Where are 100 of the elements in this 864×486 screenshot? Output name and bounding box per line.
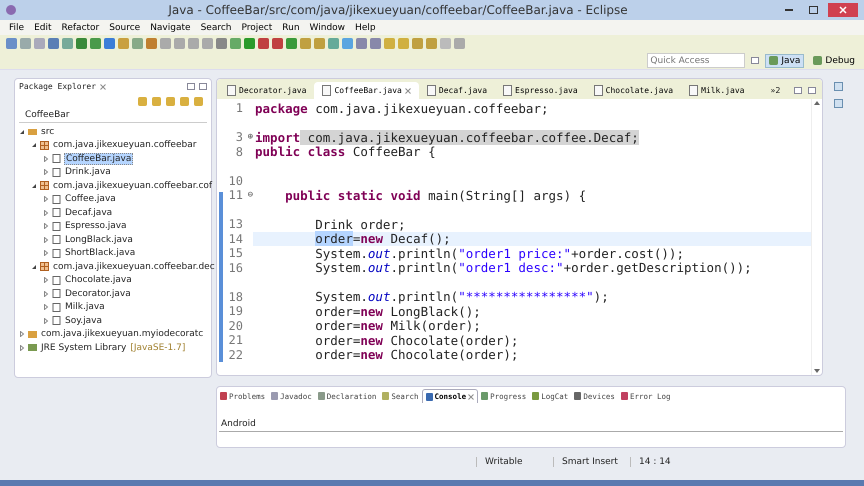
editor-tab[interactable]: Chocolate.java <box>586 82 682 99</box>
maximize-icon[interactable] <box>808 87 816 94</box>
tree-item[interactable]: Coffee.java <box>43 192 211 206</box>
toolbar-icon[interactable] <box>398 38 409 49</box>
tree-item[interactable]: com.java.jikexueyuan.coffeebar <box>31 138 211 152</box>
collapsed-arrow-icon[interactable] <box>43 250 49 256</box>
tree-item[interactable]: Drink.java <box>43 166 211 179</box>
toolbar-icon[interactable] <box>412 38 423 49</box>
toolbar-icon[interactable] <box>160 38 171 49</box>
tree-item[interactable]: JRE System Library [JavaSE-1.7] <box>19 341 211 354</box>
toolbar-icon[interactable] <box>384 38 395 49</box>
tree-item[interactable]: ShortBlack.java <box>43 246 211 260</box>
fold-toggle[interactable]: ⊕ <box>244 132 253 142</box>
tree-item[interactable]: com.java.jikexueyuan.coffeebar.cof <box>31 179 211 192</box>
toolbar-icon[interactable] <box>216 38 227 49</box>
toolbar-icon[interactable] <box>286 38 297 49</box>
menu-item[interactable]: Navigate <box>150 22 191 32</box>
toolbar-icon[interactable] <box>174 38 185 49</box>
tree-item[interactable]: Decorator.java <box>43 287 211 300</box>
toolbar-icon[interactable] <box>48 38 59 49</box>
toolbar-icon[interactable] <box>62 38 73 49</box>
collapsed-arrow-icon[interactable] <box>43 236 49 243</box>
toolbar-icon[interactable] <box>342 38 353 49</box>
tree-item[interactable]: Decaf.java <box>43 206 211 220</box>
collapsed-arrow-icon[interactable] <box>43 210 49 216</box>
collapsed-arrow-icon[interactable] <box>43 277 49 284</box>
expanded-arrow-icon[interactable] <box>19 128 25 135</box>
toolbar-icon[interactable] <box>230 38 241 49</box>
toolbar-icon[interactable] <box>90 38 101 49</box>
menu-item[interactable]: Run <box>282 22 300 32</box>
tree-item[interactable]: Chocolate.java <box>43 274 211 287</box>
toolbar-icon[interactable] <box>370 38 381 49</box>
menu-item[interactable]: Refactor <box>62 22 100 32</box>
close-icon[interactable] <box>404 88 411 94</box>
perspective-button[interactable]: Debug <box>810 54 858 66</box>
collapsed-arrow-icon[interactable] <box>43 304 49 310</box>
toolbar-icon[interactable] <box>356 38 367 49</box>
tab-overflow-indicator[interactable]: »2 <box>752 86 780 99</box>
tree-item[interactable]: Soy.java <box>43 314 211 328</box>
menu-item[interactable]: Project <box>241 22 272 32</box>
tree-item[interactable]: LongBlack.java <box>43 233 211 246</box>
tree-item[interactable]: com.java.jikexueyuan.myiodecoratc <box>19 328 211 341</box>
toolbar-icon[interactable] <box>20 38 31 49</box>
restore-icon[interactable] <box>834 82 842 91</box>
toolbar-icon[interactable] <box>328 38 339 49</box>
open-perspective-icon[interactable] <box>751 57 760 64</box>
collapsed-arrow-icon[interactable] <box>43 223 49 230</box>
collapsed-arrow-icon[interactable] <box>19 331 25 338</box>
editor-tab[interactable]: CoffeeBar.java <box>314 82 419 99</box>
menu-item[interactable]: Search <box>200 22 232 32</box>
toolbar-icon[interactable] <box>132 38 143 49</box>
collapsed-arrow-icon[interactable] <box>43 196 49 202</box>
toolbar-icon[interactable] <box>314 38 325 49</box>
quick-access-field[interactable]: Quick Access <box>647 53 746 68</box>
close-icon[interactable] <box>100 84 106 90</box>
tree-item[interactable]: src <box>19 125 211 138</box>
outline-icon[interactable] <box>834 99 842 108</box>
toolbar-icon[interactable] <box>104 38 115 49</box>
vertical-scrollbar[interactable] <box>811 99 822 375</box>
menu-item[interactable]: Help <box>355 22 376 32</box>
toolbar-icon[interactable] <box>6 38 17 49</box>
fold-toggle[interactable]: ⊖ <box>244 190 253 200</box>
menu-item[interactable]: Source <box>109 22 140 32</box>
expanded-arrow-icon[interactable] <box>31 182 37 189</box>
editor-tab[interactable]: Decaf.java <box>418 82 496 99</box>
expanded-arrow-icon[interactable] <box>31 142 37 148</box>
editor-tab[interactable]: Espresso.java <box>495 82 586 99</box>
collapsed-arrow-icon[interactable] <box>19 344 25 351</box>
collapsed-arrow-icon[interactable] <box>43 318 49 324</box>
toolbar-icon[interactable] <box>188 38 199 49</box>
collapsed-arrow-icon[interactable] <box>43 290 49 297</box>
editor-tab[interactable]: Milk.java <box>681 82 752 99</box>
menu-item[interactable]: File <box>9 22 24 32</box>
minimize-icon[interactable] <box>794 87 802 94</box>
expanded-arrow-icon[interactable] <box>31 264 37 270</box>
view-tab[interactable]: Package Explorer <box>19 82 96 91</box>
toolbar-icon[interactable] <box>426 38 437 49</box>
menu-item[interactable]: Window <box>310 22 346 32</box>
toolbar-icon[interactable] <box>244 38 255 49</box>
toolbar-icon[interactable] <box>454 38 465 49</box>
menu-item[interactable]: Edit <box>34 22 52 32</box>
toolbar-icon[interactable] <box>440 38 451 49</box>
tree-item[interactable]: Espresso.java <box>43 220 211 233</box>
tree-item[interactable]: CoffeeBar.java <box>43 152 211 166</box>
perspective-button[interactable]: Java <box>765 54 804 68</box>
minimize-icon[interactable] <box>187 83 195 90</box>
editor-tab[interactable]: Decorator.java <box>219 82 314 99</box>
toolbar-icon[interactable] <box>202 38 213 49</box>
close-button[interactable] <box>828 3 858 17</box>
close-icon[interactable] <box>468 394 474 400</box>
tree-item[interactable]: Milk.java <box>43 300 211 314</box>
collapsed-arrow-icon[interactable] <box>43 156 49 162</box>
toolbar-icon[interactable] <box>118 38 129 49</box>
toolbar-icon[interactable] <box>258 38 269 49</box>
toolbar-icon[interactable] <box>146 38 157 49</box>
toolbar-icon[interactable] <box>272 38 283 49</box>
maximize-icon[interactable] <box>199 83 207 90</box>
toolbar-icon[interactable] <box>34 38 45 49</box>
toolbar-icon[interactable] <box>76 38 87 49</box>
toolbar-icon[interactable] <box>300 38 311 49</box>
